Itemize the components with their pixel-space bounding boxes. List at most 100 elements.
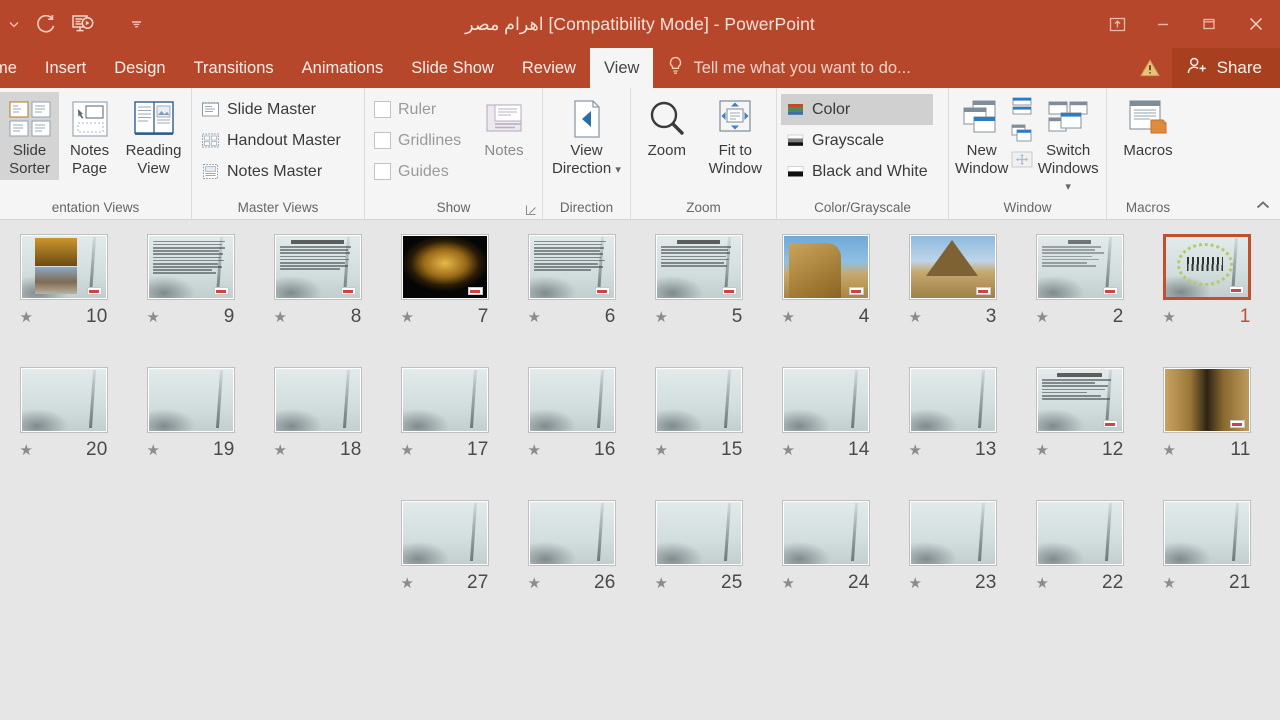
ruler-checkbox[interactable] bbox=[374, 101, 391, 118]
transition-star-icon[interactable]: ★ bbox=[274, 308, 287, 326]
transition-star-icon[interactable]: ★ bbox=[401, 441, 414, 459]
slide-cell-23[interactable]: ★ 23 bbox=[889, 500, 1016, 633]
handout-master-button[interactable]: Handout Master bbox=[196, 125, 346, 156]
slide-cell-18[interactable]: ★ 18 bbox=[254, 367, 381, 500]
slide-cell-25[interactable]: ★ 25 bbox=[635, 500, 762, 633]
slide-thumbnail-15[interactable] bbox=[654, 367, 743, 433]
arrange-all-button[interactable] bbox=[1010, 96, 1034, 123]
transition-star-icon[interactable]: ★ bbox=[655, 574, 668, 592]
slide-thumbnail-8[interactable] bbox=[273, 234, 362, 300]
transition-star-icon[interactable]: ★ bbox=[782, 308, 795, 326]
slide-cell-21[interactable]: ★ 21 bbox=[1143, 500, 1270, 633]
transition-star-icon[interactable]: ★ bbox=[1163, 441, 1176, 459]
tell-me-search[interactable]: Tell me what you want to do... bbox=[653, 48, 924, 88]
view-direction-button[interactable]: View Direction ▾ bbox=[547, 92, 626, 180]
slide-thumbnail-4[interactable] bbox=[781, 234, 870, 300]
slide-cell-1[interactable]: ★ 1 bbox=[1143, 234, 1270, 367]
guides-checkbox[interactable] bbox=[374, 163, 391, 180]
slide-thumbnail-21[interactable] bbox=[1162, 500, 1251, 566]
slide-thumbnail-18[interactable] bbox=[273, 367, 362, 433]
customize-quick-access-toolbar-icon[interactable] bbox=[124, 7, 148, 41]
transition-star-icon[interactable]: ★ bbox=[401, 574, 414, 592]
slide-thumbnail-16[interactable] bbox=[527, 367, 616, 433]
tab-design[interactable]: Design bbox=[100, 48, 179, 88]
slide-cell-14[interactable]: ★ 14 bbox=[762, 367, 889, 500]
slide-thumbnail-3[interactable] bbox=[908, 234, 997, 300]
tab-review[interactable]: Review bbox=[508, 48, 590, 88]
slide-cell-20[interactable]: ★ 20 bbox=[0, 367, 127, 500]
slide-thumbnail-2[interactable] bbox=[1035, 234, 1124, 300]
slide-thumbnail-27[interactable] bbox=[400, 500, 489, 566]
reading-view-button[interactable]: Reading View bbox=[120, 92, 187, 180]
slide-thumbnail-26[interactable] bbox=[527, 500, 616, 566]
slide-thumbnail-10[interactable] bbox=[19, 234, 108, 300]
redo-icon[interactable] bbox=[26, 7, 64, 41]
slide-thumbnail-1[interactable] bbox=[1162, 234, 1251, 300]
slide-cell-9[interactable]: ★ 9 bbox=[127, 234, 254, 367]
transition-star-icon[interactable]: ★ bbox=[401, 308, 414, 326]
transition-star-icon[interactable]: ★ bbox=[782, 574, 795, 592]
transition-star-icon[interactable]: ★ bbox=[20, 308, 33, 326]
transition-star-icon[interactable]: ★ bbox=[782, 441, 795, 459]
gridlines-checkbox-row[interactable]: Gridlines bbox=[369, 125, 469, 156]
slide-cell-8[interactable]: ★ 8 bbox=[254, 234, 381, 367]
transition-star-icon[interactable]: ★ bbox=[1163, 574, 1176, 592]
slide-cell-22[interactable]: ★ 22 bbox=[1016, 500, 1143, 633]
slide-cell-13[interactable]: ★ 13 bbox=[889, 367, 1016, 500]
slide-thumbnail-17[interactable] bbox=[400, 367, 489, 433]
start-slideshow-icon[interactable] bbox=[64, 7, 102, 41]
slide-thumbnail-19[interactable] bbox=[146, 367, 235, 433]
transition-star-icon[interactable]: ★ bbox=[20, 441, 33, 459]
cascade-button[interactable] bbox=[1010, 123, 1034, 149]
transition-star-icon[interactable]: ★ bbox=[528, 441, 541, 459]
transition-star-icon[interactable]: ★ bbox=[909, 441, 922, 459]
chevron-down-icon[interactable]: ▾ bbox=[1065, 181, 1071, 193]
transition-star-icon[interactable]: ★ bbox=[655, 308, 668, 326]
slide-thumbnail-14[interactable] bbox=[781, 367, 870, 433]
slide-cell-17[interactable]: ★ 17 bbox=[381, 367, 508, 500]
move-split-button[interactable] bbox=[1010, 149, 1034, 175]
slide-cell-7[interactable]: ★ 7 bbox=[381, 234, 508, 367]
macros-button[interactable]: Macros bbox=[1112, 92, 1184, 162]
slide-thumbnail-5[interactable] bbox=[654, 234, 743, 300]
slide-thumbnail-12[interactable] bbox=[1035, 367, 1124, 433]
transition-star-icon[interactable]: ★ bbox=[147, 441, 160, 459]
notes-page-button[interactable]: Notes Page bbox=[59, 92, 120, 180]
transition-star-icon[interactable]: ★ bbox=[147, 308, 160, 326]
tab-view[interactable]: View bbox=[589, 48, 654, 88]
slide-cell-10[interactable]: ★ 10 bbox=[0, 234, 127, 367]
transition-star-icon[interactable]: ★ bbox=[1036, 308, 1049, 326]
slide-thumbnail-25[interactable] bbox=[654, 500, 743, 566]
slide-thumbnail-24[interactable] bbox=[781, 500, 870, 566]
tab-home[interactable]: me bbox=[0, 48, 31, 88]
tab-animations[interactable]: Animations bbox=[288, 48, 398, 88]
slide-thumbnail-7[interactable] bbox=[400, 234, 489, 300]
transition-star-icon[interactable]: ★ bbox=[1036, 441, 1049, 459]
guides-checkbox-row[interactable]: Guides bbox=[369, 156, 469, 187]
slide-cell-4[interactable]: ★ 4 bbox=[762, 234, 889, 367]
fit-to-window-button[interactable]: Fit to Window bbox=[699, 92, 772, 180]
slide-thumbnail-11[interactable] bbox=[1162, 367, 1251, 433]
transition-star-icon[interactable]: ★ bbox=[528, 574, 541, 592]
slide-thumbnail-23[interactable] bbox=[908, 500, 997, 566]
transition-star-icon[interactable]: ★ bbox=[909, 574, 922, 592]
slide-cell-24[interactable]: ★ 24 bbox=[762, 500, 889, 633]
chevron-down-icon[interactable]: ▾ bbox=[615, 164, 621, 176]
slide-sorter-button[interactable]: Slide Sorter bbox=[0, 92, 60, 180]
slide-cell-27[interactable]: ★ 27 bbox=[381, 500, 508, 633]
slide-sorter-canvas[interactable]: ★ 10 ★ 9 ★ 8 ★ 7 ★ 6 ★ 5 ★ 4 ★ 3 ★ 2 ★ 1… bbox=[0, 220, 1280, 719]
collapse-ribbon-icon[interactable] bbox=[1252, 195, 1274, 215]
black-and-white-button[interactable]: Black and White bbox=[781, 156, 933, 187]
grayscale-button[interactable]: Grayscale bbox=[781, 125, 933, 156]
ribbon-display-options-icon[interactable] bbox=[1094, 0, 1140, 48]
slide-thumbnail-13[interactable] bbox=[908, 367, 997, 433]
slide-cell-16[interactable]: ★ 16 bbox=[508, 367, 635, 500]
tab-insert[interactable]: Insert bbox=[31, 48, 100, 88]
slide-cell-12[interactable]: ★ 12 bbox=[1016, 367, 1143, 500]
transition-star-icon[interactable]: ★ bbox=[655, 441, 668, 459]
notes-master-button[interactable]: Notes Master bbox=[196, 156, 346, 187]
transition-star-icon[interactable]: ★ bbox=[909, 308, 922, 326]
slide-thumbnail-22[interactable] bbox=[1035, 500, 1124, 566]
transition-star-icon[interactable]: ★ bbox=[528, 308, 541, 326]
notes-button[interactable]: Notes bbox=[473, 92, 535, 162]
